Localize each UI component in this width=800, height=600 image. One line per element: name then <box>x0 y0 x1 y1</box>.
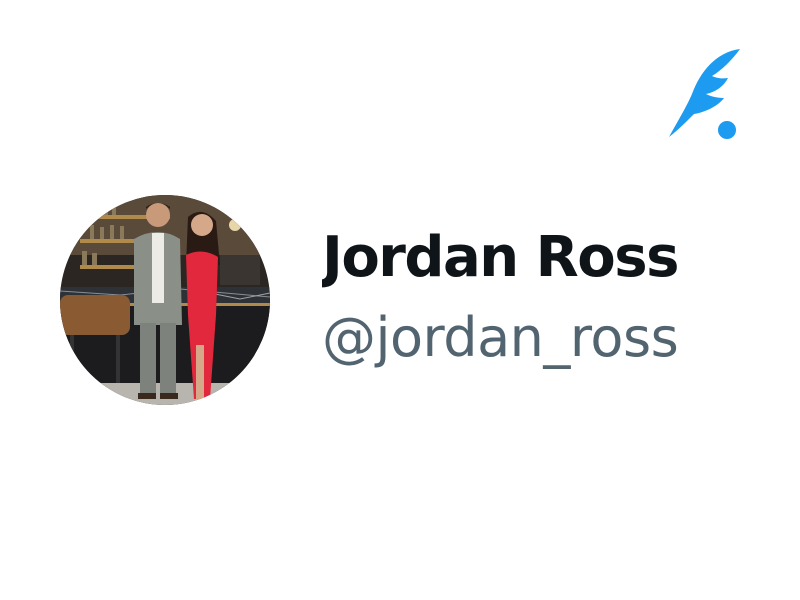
avatar-photo <box>60 195 270 405</box>
user-handle[interactable]: @jordan_ross <box>322 298 684 378</box>
quill-logo-graphic <box>669 49 740 139</box>
display-name[interactable]: Jordan Ross <box>322 218 684 298</box>
profile-card: Jordan Ross @jordan_ross <box>0 0 800 600</box>
avatar[interactable] <box>60 195 270 405</box>
profile-identity: Jordan Ross @jordan_ross <box>322 218 684 388</box>
quill-logo-icon <box>664 44 744 144</box>
